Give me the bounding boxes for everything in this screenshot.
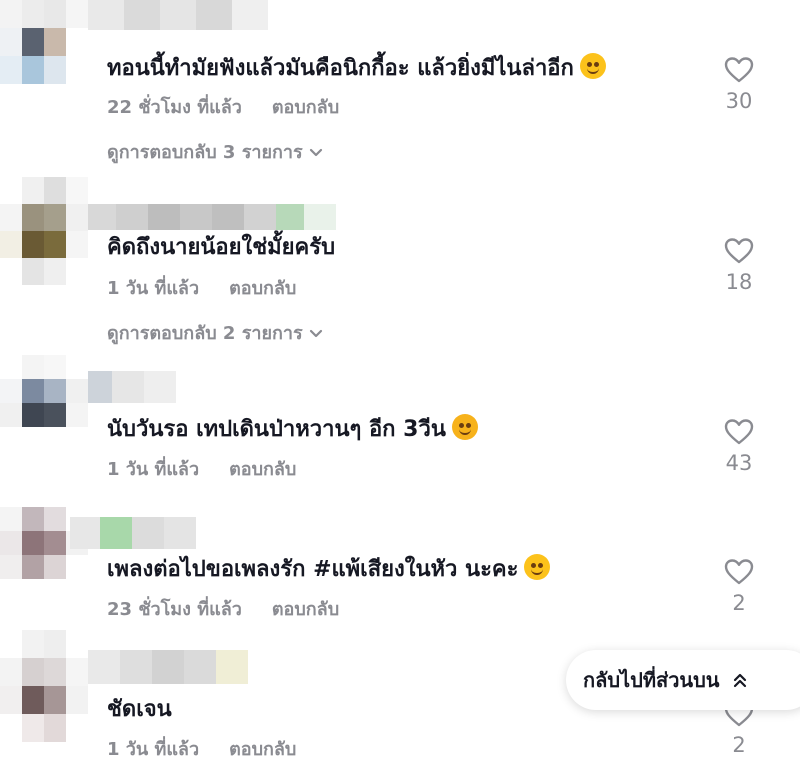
like-count: 18: [725, 270, 753, 294]
comment-time: 1 วัน ที่แล้ว: [107, 459, 200, 480]
view-replies-label: ดูการตอบกลับ 3 รายการ: [107, 142, 303, 163]
comment-text: เพลงต่อไปขอเพลงรัก #แพ้เสียงในหัว นะคะ: [107, 554, 551, 585]
smiling-face-emoji: [579, 53, 606, 79]
avatar[interactable]: [0, 0, 88, 112]
comment-meta: 1 วัน ที่แล้ว ตอบกลับ: [107, 277, 296, 301]
view-replies-button[interactable]: ดูการตอบกลับ 3 รายการ: [107, 141, 323, 165]
double-chevron-up-icon: [734, 673, 747, 688]
comment-meta: 1 วัน ที่แล้ว ตอบกลับ: [107, 458, 296, 482]
username-blurred[interactable]: [88, 0, 268, 30]
like-count: 2: [732, 591, 746, 615]
chevron-down-icon: [309, 329, 322, 338]
comment-time: 22 ชั่วโมง ที่แล้ว: [107, 97, 242, 118]
reply-button[interactable]: ตอบกลับ: [272, 599, 339, 620]
back-to-top-button[interactable]: กลับไปที่ส่วนบน: [566, 650, 800, 710]
heart-icon: [724, 238, 754, 264]
avatar[interactable]: [0, 630, 88, 742]
username-blurred[interactable]: [88, 204, 336, 230]
like-button[interactable]: 2: [715, 558, 763, 616]
heart-icon: [724, 559, 754, 585]
comment-time: 23 ชั่วโมง ที่แล้ว: [107, 599, 242, 620]
username-blurred[interactable]: [70, 517, 196, 549]
comment-text: นับวันรอ เทปเดินป่าหวานๆ อีก 3วีน: [107, 414, 478, 445]
like-button[interactable]: 30: [715, 56, 763, 114]
comment-meta: 1 วัน ที่แล้ว ตอบกลับ: [107, 738, 296, 762]
reply-button[interactable]: ตอบกลับ: [229, 739, 296, 760]
reply-button[interactable]: ตอบกลับ: [229, 459, 296, 480]
avatar[interactable]: [0, 177, 88, 289]
reply-button[interactable]: ตอบกลับ: [272, 97, 339, 118]
like-button[interactable]: 18: [715, 237, 763, 295]
avatar[interactable]: [0, 355, 88, 467]
comment-time: 1 วัน ที่แล้ว: [107, 739, 200, 760]
comment-time: 1 วัน ที่แล้ว: [107, 278, 200, 299]
back-to-top-label: กลับไปที่ส่วนบน: [583, 668, 720, 692]
chevron-down-icon: [309, 148, 322, 157]
view-replies-label: ดูการตอบกลับ 2 รายการ: [107, 323, 303, 344]
comment-meta: 22 ชั่วโมง ที่แล้ว ตอบกลับ: [107, 96, 339, 120]
view-replies-button[interactable]: ดูการตอบกลับ 2 รายการ: [107, 322, 323, 346]
like-button[interactable]: 43: [715, 418, 763, 476]
like-count: 2: [732, 733, 746, 757]
like-count: 30: [725, 89, 753, 113]
username-blurred[interactable]: [88, 371, 176, 403]
comment-meta: 23 ชั่วโมง ที่แล้ว ตอบกลับ: [107, 598, 339, 622]
smiling-face-emoji: [524, 554, 551, 580]
comment-text: คิดถึงนายน้อยใช่มั้ยครับ: [107, 235, 336, 260]
username-blurred[interactable]: [88, 650, 248, 684]
smiling-face-with-hearts-emoji: [451, 414, 478, 440]
heart-icon: [724, 57, 754, 83]
like-count: 43: [725, 451, 753, 475]
comment-text: ชัดเจน: [107, 697, 172, 722]
heart-icon: [724, 419, 754, 445]
comment-text: ทอนนี้ทำมัยฟังแล้วมันคือนิกกี้อะ แล้วยิ่…: [107, 53, 606, 84]
reply-button[interactable]: ตอบกลับ: [229, 278, 296, 299]
